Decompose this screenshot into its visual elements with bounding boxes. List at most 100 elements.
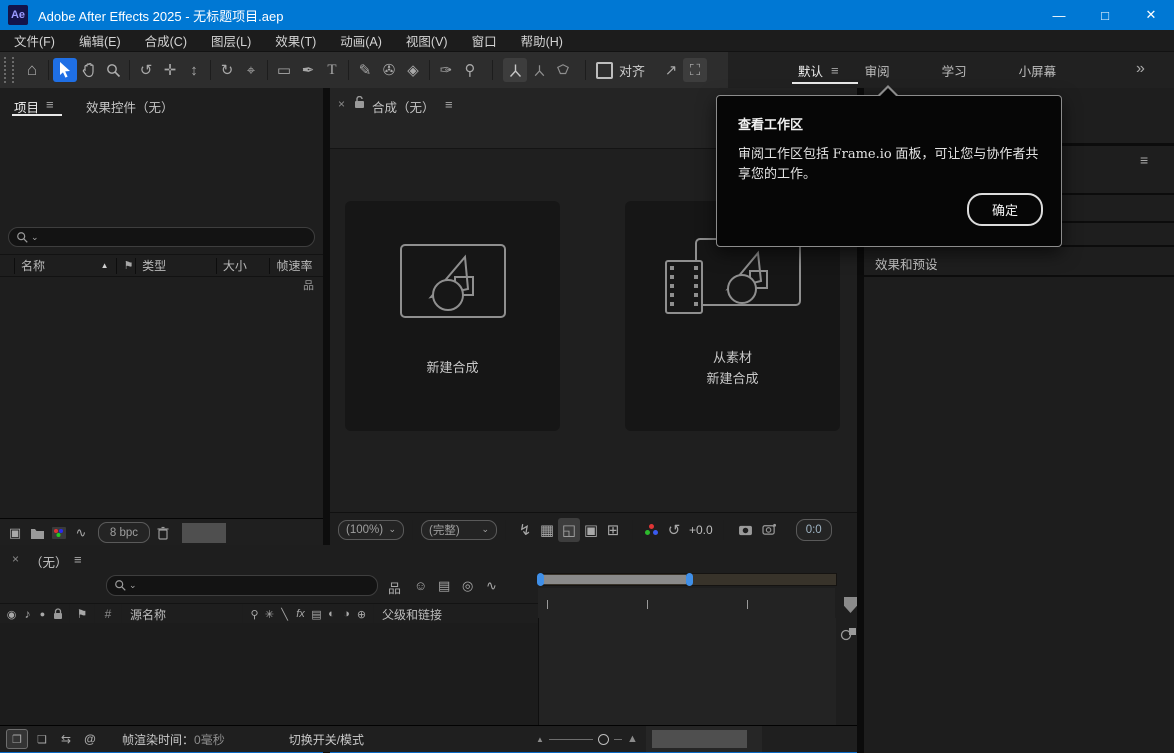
selection-tool-icon[interactable] — [53, 58, 77, 82]
rotation-tool-icon[interactable]: ↻ — [215, 58, 239, 82]
menu-effect[interactable]: 效果(T) — [275, 31, 316, 50]
brush-tool-icon[interactable]: ✎ — [353, 58, 377, 82]
switch-3d-icon[interactable]: ⊕ — [354, 608, 369, 621]
workspace-tab-review[interactable]: 审阅 — [857, 52, 898, 88]
sort-ascending-icon[interactable]: ▲ — [101, 261, 109, 270]
timeline-search-input[interactable]: ⌄ — [106, 575, 378, 596]
exposure-value[interactable]: +0.0 — [689, 523, 713, 537]
switch-motion-blur-icon[interactable]: ◐ — [324, 608, 339, 620]
new-composition-card[interactable]: 新建合成 — [345, 201, 560, 431]
tab-composition[interactable]: 合成（无） — [372, 97, 435, 116]
mini-flowchart-icon[interactable]: 品 — [388, 578, 401, 597]
minimize-button[interactable]: — — [1036, 0, 1082, 30]
comp-button-icon[interactable] — [840, 625, 858, 641]
switch-shy-icon[interactable]: ⚲ — [247, 608, 262, 621]
eraser-tool-icon[interactable]: ◈ — [401, 58, 425, 82]
timeline-zoom-slider-track[interactable] — [549, 739, 593, 740]
column-size[interactable]: 大小 — [216, 258, 270, 274]
switch-frame-blend-icon[interactable]: ▤ — [309, 608, 324, 621]
text-tool-icon[interactable]: T — [320, 58, 344, 82]
menu-window[interactable]: 窗口 — [472, 31, 497, 50]
project-panel-menu-icon[interactable]: ≡ — [46, 97, 54, 112]
world-axis-mode-icon[interactable] — [527, 58, 551, 82]
eye-icon[interactable]: ◉ — [3, 608, 20, 621]
switch-effects-icon[interactable]: fx — [292, 608, 309, 620]
audio-icon[interactable]: ♪ — [20, 607, 35, 621]
render-time-snail-icon[interactable]: @ — [80, 730, 100, 748]
column-framerate[interactable]: 帧速率 — [269, 258, 323, 274]
camera-tool-icon[interactable]: ⌖ — [239, 58, 263, 82]
snap-label[interactable]: 对齐 — [619, 61, 645, 80]
interpret-footage-icon[interactable]: ▣ — [4, 525, 26, 541]
toolbar-grip-handle[interactable] — [4, 57, 14, 83]
transparency-grid-icon[interactable]: ▦ — [536, 518, 558, 542]
trash-icon[interactable] — [150, 526, 176, 540]
zoom-in-mountain-icon[interactable]: ▲ — [627, 733, 638, 745]
menu-composition[interactable]: 合成(C) — [145, 31, 187, 50]
time-navigator-visible-region[interactable] — [543, 575, 686, 584]
channel-rgb-icon[interactable] — [641, 518, 663, 542]
menu-view[interactable]: 视图(V) — [406, 31, 448, 50]
timeline-hscroll-thumb[interactable] — [652, 730, 747, 748]
toggle-switches-modes-button[interactable]: 切换开关/模式 — [289, 731, 364, 748]
switch-quality-icon[interactable]: ╲ — [277, 608, 292, 621]
column-label-color[interactable]: ⚑ — [116, 258, 135, 274]
new-folder-icon[interactable] — [26, 527, 48, 539]
bit-depth-button[interactable]: 8 bpc — [98, 522, 150, 543]
clone-stamp-tool-icon[interactable]: ✇ — [377, 58, 401, 82]
audio-waveform-icon[interactable]: ∿ — [70, 525, 92, 541]
snap-checkbox[interactable] — [596, 62, 613, 79]
fast-preview-icon[interactable]: ↯ — [514, 518, 536, 542]
zoom-out-mountain-icon[interactable]: ▲ — [536, 735, 544, 744]
workspace-tab-learn[interactable]: 学习 — [934, 52, 975, 88]
timeline-layer-list-body[interactable] — [0, 623, 538, 725]
time-ruler[interactable] — [538, 588, 835, 618]
column-type[interactable]: 类型 — [135, 258, 216, 274]
view-axis-mode-icon[interactable] — [551, 58, 575, 82]
menu-help[interactable]: 帮助(H) — [521, 31, 563, 50]
menu-edit[interactable]: 编辑(E) — [79, 31, 121, 50]
resolution-dropdown[interactable]: (完整)⌄ — [421, 520, 497, 540]
timeline-hscroll-track[interactable] — [646, 726, 762, 752]
new-composition-icon[interactable] — [48, 527, 70, 539]
show-snapshot-icon[interactable] — [758, 518, 782, 542]
info-panel-menu-icon[interactable]: ≡ — [1140, 152, 1148, 168]
timeline-track-area[interactable] — [538, 618, 836, 725]
menu-file[interactable]: 文件(F) — [14, 31, 55, 50]
time-navigator-start-handle[interactable] — [537, 573, 544, 586]
tab-effects-and-presets[interactable]: 效果和预设 — [875, 254, 938, 273]
magnification-dropdown[interactable]: (100%)⌄ — [338, 520, 404, 540]
timeline-tab-close-icon[interactable]: × — [12, 552, 19, 566]
close-button[interactable]: ✕ — [1128, 0, 1174, 30]
puppet-pin-tool-icon[interactable]: ⚲ — [458, 58, 482, 82]
workspace-menu-icon[interactable]: ≡ — [831, 63, 839, 78]
project-footer-scroll-thumb[interactable] — [182, 523, 226, 543]
expand-icon[interactable]: ⛶ — [683, 58, 707, 82]
switch-collapse-icon[interactable]: ✳ — [262, 608, 277, 621]
column-name[interactable]: 名称 — [14, 258, 101, 274]
home-icon[interactable]: ⌂ — [20, 58, 44, 82]
hand-tool-icon[interactable] — [77, 58, 101, 82]
motion-blur-icon[interactable]: ◎ — [462, 578, 473, 594]
comp-marker-bin-icon[interactable] — [844, 597, 857, 613]
timeline-panel-menu-icon[interactable]: ≡ — [74, 552, 82, 567]
tab-effect-controls[interactable]: 效果控件（无） — [86, 97, 174, 116]
crop-region-icon[interactable]: ⊞ — [602, 518, 624, 542]
workspace-overflow-icon[interactable]: » — [1136, 60, 1145, 78]
mask-visibility-icon[interactable]: ▣ — [580, 518, 602, 542]
menu-layer[interactable]: 图层(L) — [211, 31, 251, 50]
rectangle-tool-icon[interactable]: ▭ — [272, 58, 296, 82]
orbit-camera-tool-icon[interactable]: ↺ — [134, 58, 158, 82]
switch-adjustment-icon[interactable]: ◑ — [339, 608, 354, 620]
dolly-camera-tool-icon[interactable]: ↕ — [182, 58, 206, 82]
column-number[interactable]: # — [99, 607, 117, 621]
pen-tool-icon[interactable]: ✒ — [296, 58, 320, 82]
transfer-controls-pane-icon[interactable]: ❏ — [32, 730, 52, 748]
time-navigator-end-handle[interactable] — [686, 573, 693, 586]
comp-tab-close-icon[interactable]: × — [338, 97, 345, 111]
layer-switches-pane-icon[interactable]: ❐ — [6, 729, 28, 749]
graph-editor-icon[interactable]: ∿ — [486, 578, 497, 594]
search-scope-chevron-icon[interactable]: ⌄ — [129, 580, 137, 591]
project-flowchart-icon[interactable]: 品 — [303, 277, 314, 293]
project-search-input[interactable]: ⌄ — [8, 227, 315, 247]
